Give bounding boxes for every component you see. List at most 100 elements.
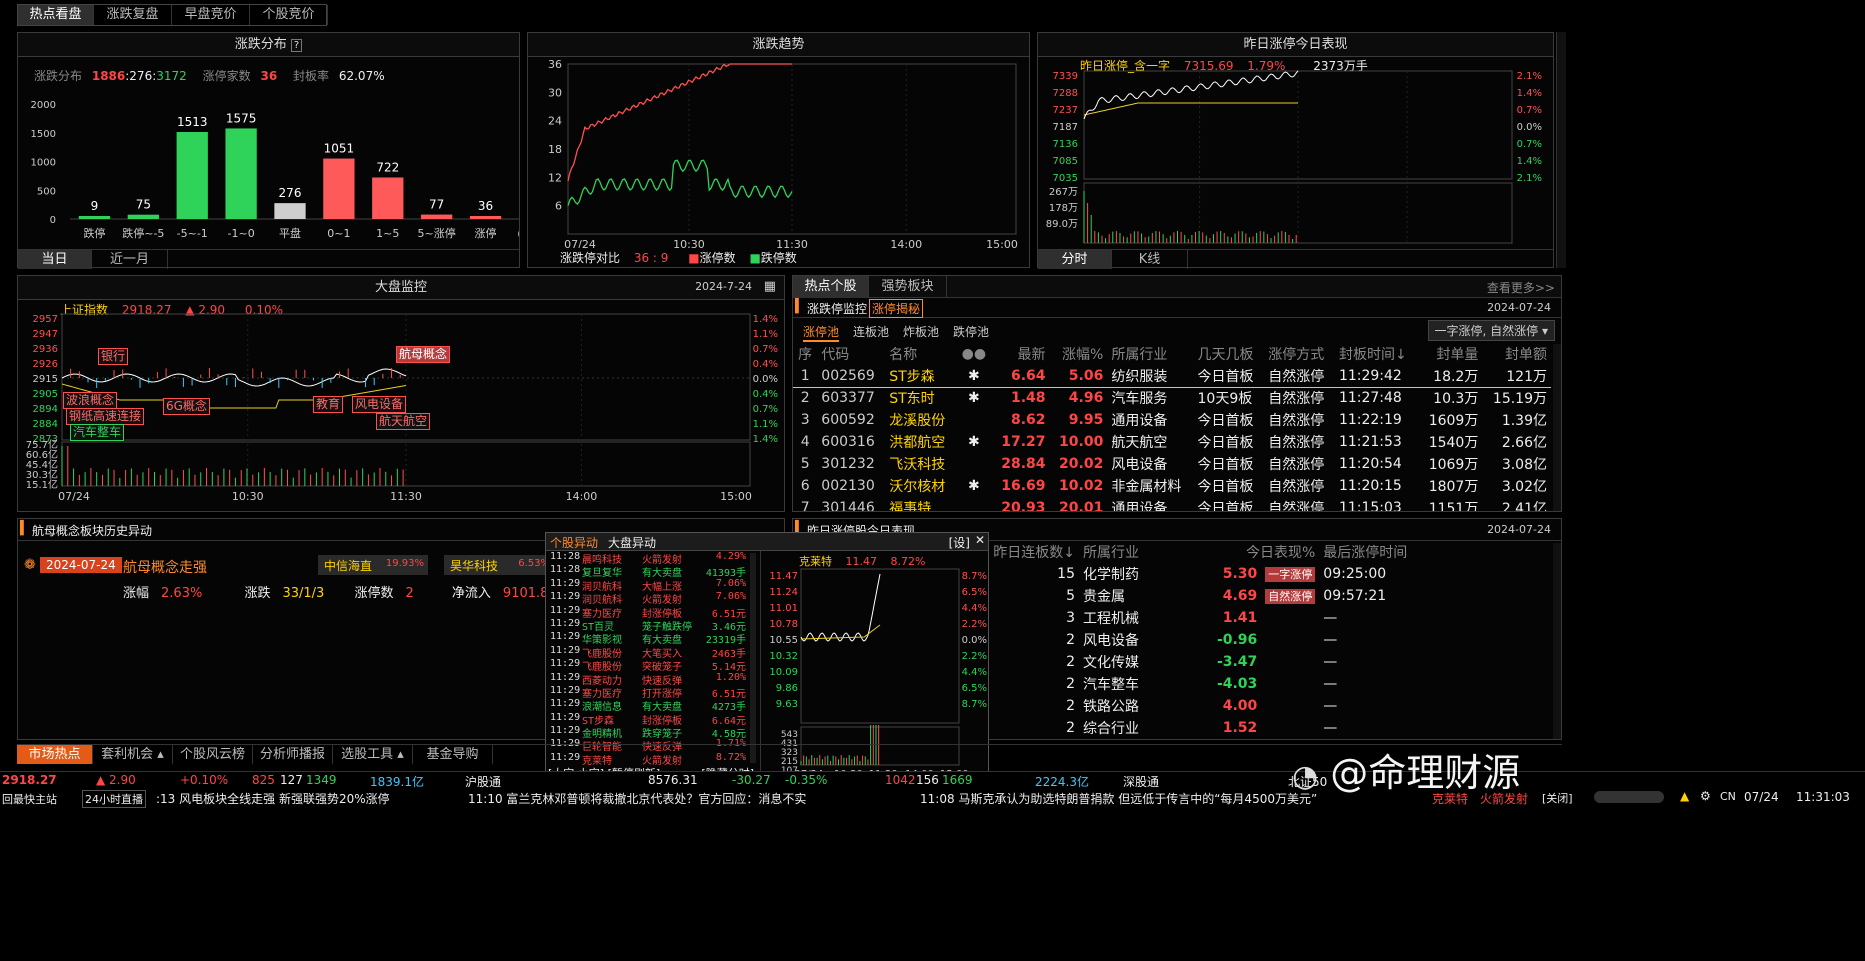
alert-row[interactable]: 11:28 复旦复华 有大卖盘 41393手	[550, 564, 750, 579]
label-edu[interactable]: 教育	[313, 396, 344, 413]
label-wave[interactable]: 波浪概念	[63, 392, 118, 409]
yday-col-header[interactable]: 所属行业	[1079, 541, 1209, 563]
tab-today[interactable]: 当日	[18, 250, 92, 269]
concept-stock-2[interactable]: 昊华科技 6.53%	[444, 555, 554, 575]
table-row[interactable]: 2 603377 ST东时 ✱ 1.48 4.96 汽车服务 10天9板 自然涨停 11:27:4…	[793, 387, 1551, 409]
table-row[interactable]: 1 002569 ST步森 ✱ 6.64 5.06 纺织服装 今日首板 自然涨停 11:29:42…	[793, 365, 1551, 387]
status-sgt[interactable]: 深股通	[1123, 773, 1159, 790]
limitup-col-header[interactable]: 封单额	[1482, 343, 1551, 365]
concept-stock-1[interactable]: 中信海直 19.93%	[318, 555, 428, 575]
filter-select[interactable]: 一字涨停, 自然涨停 ▾	[1427, 320, 1555, 341]
alert-row[interactable]: 11:29 ST步森 封涨停板 6.64元	[550, 712, 750, 727]
alert-row[interactable]: 11:29 塞力医疗 打开涨停 6.51元	[550, 685, 750, 700]
yday-col-header[interactable]: 最后涨停时间	[1319, 541, 1479, 563]
popup-scrollbar[interactable]	[750, 553, 756, 763]
label-bank[interactable]: 银行	[98, 348, 129, 365]
table-row[interactable]: 7 301446 福事特 20.93 20.01 通用设备 今日首板 自然涨停 11:15:03…	[793, 497, 1551, 511]
calendar-icon[interactable]: ▦	[764, 279, 776, 294]
close-icon[interactable]: ✕	[975, 533, 985, 547]
tab-stock-rank[interactable]: 个股风云榜	[173, 745, 253, 764]
tab-morning-bid[interactable]: 早盘竞价	[172, 5, 250, 25]
limitup-col-header[interactable]: 封板时间↓	[1335, 343, 1419, 365]
table-row[interactable]: 4 600316 洪都航空 ✱ 17.27 10.00 航天航空 今日首板 自然涨停 11:21:…	[793, 431, 1551, 453]
limitup-col-header[interactable]: 代码	[817, 343, 885, 365]
yday-col-header[interactable]: 昨日连板数↓	[989, 541, 1079, 563]
table-row[interactable]: 2 风电设备 -0.96 —	[989, 629, 1479, 651]
tab-review[interactable]: 涨跌复盘	[94, 5, 172, 25]
limitup-col-header[interactable]: 几天几板	[1194, 343, 1265, 365]
yday-scrollbar[interactable]	[1553, 543, 1561, 739]
table-row[interactable]: 2 铁路公路 4.00 —	[989, 695, 1479, 717]
tab-month[interactable]: 近一月	[92, 250, 168, 269]
news-item-2[interactable]: 11:10 富兰克林邓普顿将裁撤北京代表处？官方回应：消息不实	[468, 790, 806, 807]
hot-scrollbar[interactable]	[1553, 344, 1561, 511]
status-hgt[interactable]: 沪股通	[465, 773, 501, 790]
right-scrollbar[interactable]	[1556, 32, 1566, 268]
yday-col-header[interactable]: 今日表现%	[1209, 541, 1319, 563]
popup-tab-stock[interactable]: 个股异动	[550, 534, 598, 551]
table-row[interactable]: 2 汽车整车 -4.03 —	[989, 673, 1479, 695]
alert-row[interactable]: 11:29 浪潮信息 有大卖盘 4273手	[550, 698, 750, 713]
limitup-col-header[interactable]: ●●	[956, 343, 992, 365]
popup-tab-market[interactable]: 大盘异动	[608, 534, 656, 551]
limitup-col-header[interactable]: 序	[793, 343, 817, 365]
limitup-col-header[interactable]: 封单量	[1419, 343, 1483, 365]
tab-strong-sector[interactable]: 强势板块	[869, 276, 947, 298]
label-aero[interactable]: 航天航空	[376, 413, 431, 430]
tab-analyst[interactable]: 分析师播报	[253, 745, 333, 764]
limitup-col-header[interactable]: 名称	[885, 343, 956, 365]
limitup-reveal-button[interactable]: 涨停揭秘	[869, 299, 924, 318]
news-item-1[interactable]: :13 风电板块全线走强 新强联强势20%涨停	[156, 790, 390, 807]
table-row[interactable]: 2 综合行业 1.52 —	[989, 717, 1479, 739]
help-icon[interactable]: ?	[290, 39, 303, 52]
table-row[interactable]: 2 文化传媒 -3.47 —	[989, 651, 1479, 673]
table-row[interactable]: 6 002130 沃尔核材 ✱ 16.69 10.02 非金属材料 今日首板 自然涨停 11:20…	[793, 475, 1551, 497]
tab-market-hot[interactable]: 市场热点	[17, 745, 93, 764]
table-row[interactable]: 15 化学制药 5.30 一字涨停 09:25:00	[989, 563, 1479, 585]
tab-stock-bid[interactable]: 个股竞价	[250, 5, 328, 25]
table-row[interactable]: 5 贵金属 4.69 自然涨停 09:57:21	[989, 585, 1479, 607]
ticker-close-button[interactable]: [关闭]	[1542, 790, 1573, 806]
table-row[interactable]: 5 301232 飞沃科技 28.84 20.02 风电设备 今日首板 自然涨停 11:20:5…	[793, 453, 1551, 475]
tab-screener[interactable]: 选股工具 ▴	[333, 745, 413, 764]
pool-consecutive[interactable]: 连板池	[853, 323, 889, 340]
label-auto[interactable]: 汽车整车	[70, 424, 125, 441]
alert-row[interactable]: 11:29 ST百灵 笼子触跌停 3.46元	[550, 618, 750, 633]
tab-hot-stock[interactable]: 热点个股	[793, 276, 869, 298]
limitup-col-header[interactable]: 涨幅%	[1050, 343, 1108, 365]
pool-limitup[interactable]: 涨停池	[803, 323, 840, 342]
alert-row[interactable]: 11:29 润贝航科 大幅上涨 7.06%	[550, 578, 750, 593]
popup-settings-button[interactable]: [设]	[949, 534, 970, 551]
label-carrier[interactable]: 航母概念	[396, 346, 451, 363]
tab-fund[interactable]: 基金导购	[413, 745, 493, 764]
table-row[interactable]: 2公用事业10.11一字涨停09:25:00	[989, 739, 1479, 740]
alert-row[interactable]: 11:29 华策影视 有大卖盘 23319手	[550, 631, 750, 646]
server-status[interactable]: 回最快主站	[2, 791, 57, 807]
pool-broken[interactable]: 炸板池	[903, 323, 939, 340]
table-row[interactable]: 3 工程机械 1.41 —	[989, 607, 1479, 629]
limitup-col-header[interactable]: 涨停方式	[1264, 343, 1335, 365]
more-link[interactable]: 查看更多>>	[1487, 279, 1555, 296]
alert-row[interactable]: 11:29 飞鹿股份 突破笼子 5.14元	[550, 658, 750, 673]
table-row[interactable]: 3 600592 龙溪股份 8.62 9.95 通用设备 今日首板 自然涨停 11:22:19 1…	[793, 409, 1551, 431]
alert-row[interactable]: 11:29 润贝航科 火箭发射 7.06%	[550, 591, 750, 606]
tab-kline[interactable]: K线	[1112, 250, 1188, 269]
tab-hot[interactable]: 热点看盘	[18, 5, 94, 25]
alert-row[interactable]: 11:29 金明精机 跌穿笼子 4.58元	[550, 725, 750, 740]
bell-icon[interactable]: ▲	[1680, 789, 1689, 803]
volume-slider[interactable]	[1594, 791, 1664, 803]
tab-arbitrage[interactable]: 套利机会 ▴	[93, 745, 173, 764]
label-wind[interactable]: 风电设备	[352, 396, 407, 413]
label-cable[interactable]: 钢纸高速连接	[66, 408, 145, 425]
concept-name[interactable]: 航母概念走强	[123, 557, 207, 577]
ticker-settings-icon[interactable]: ⚙	[1700, 789, 1711, 803]
limitup-col-header[interactable]: 最新	[992, 343, 1050, 365]
tab-intraday[interactable]: 分时	[1038, 250, 1112, 269]
alert-row[interactable]: 11:28 晨鸣科技 火箭发射 4.29%	[550, 551, 750, 566]
label-6g[interactable]: 6G概念	[163, 398, 210, 415]
live-news-button[interactable]: 24小时直播	[82, 790, 146, 808]
alert-row[interactable]: 11:29 塞力医疗 封涨停板 6.51元	[550, 605, 750, 620]
limitup-col-header[interactable]: 所属行业	[1107, 343, 1193, 365]
pool-limitdown[interactable]: 跌停池	[953, 323, 989, 340]
alert-row[interactable]: 11:29 飞鹿股份 大笔买入 2463手	[550, 645, 750, 660]
